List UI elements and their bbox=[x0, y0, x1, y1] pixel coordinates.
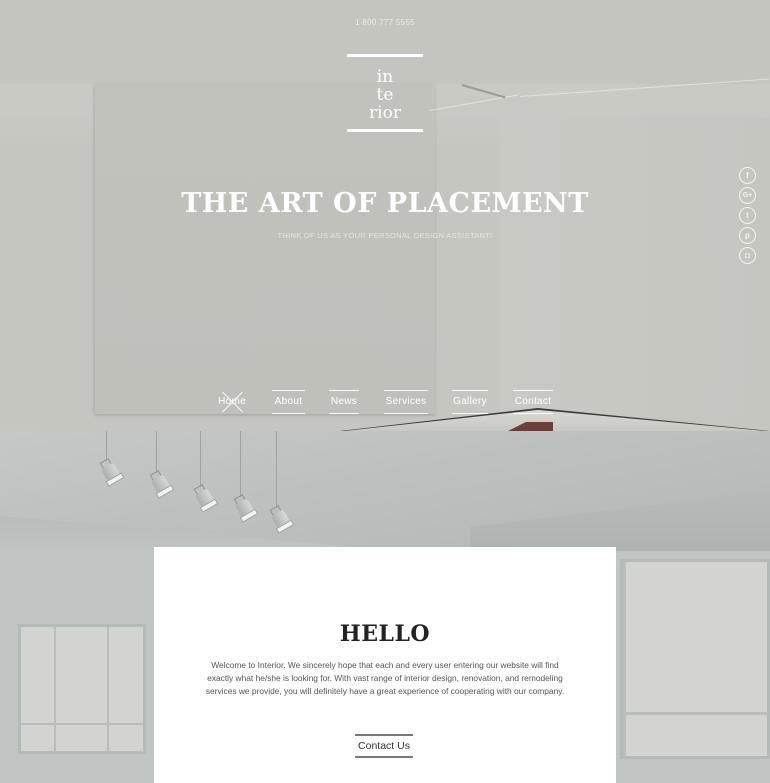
hero-title: THE ART OF PLACEMENT bbox=[181, 188, 589, 219]
main-nav: Home About News Services Gallery Contact bbox=[0, 390, 770, 414]
window-right bbox=[620, 559, 770, 759]
window-left bbox=[18, 624, 146, 754]
lamp-cable bbox=[156, 431, 157, 473]
lamp-cable bbox=[240, 431, 241, 497]
nav-label: News bbox=[330, 396, 358, 407]
nav-line-top bbox=[272, 390, 305, 391]
nav-line-bottom bbox=[384, 413, 428, 414]
hero-blank-canvas bbox=[95, 84, 435, 414]
logo-bar-bottom bbox=[347, 129, 423, 132]
nav-line-bottom bbox=[452, 413, 488, 414]
nav-item-contact[interactable]: Contact bbox=[513, 390, 553, 414]
pinterest-icon[interactable]: p bbox=[739, 227, 756, 244]
nav-label: Gallery bbox=[453, 396, 487, 407]
instagram-icon[interactable]: ◘ bbox=[739, 247, 756, 264]
nav-item-about[interactable]: About bbox=[272, 390, 305, 414]
nav-item-gallery[interactable]: Gallery bbox=[452, 390, 488, 414]
nav-item-home[interactable]: Home bbox=[218, 390, 246, 414]
nav-line-top bbox=[329, 390, 359, 391]
logo-wordmark: in te rior bbox=[347, 68, 423, 122]
cta-line-top bbox=[355, 734, 413, 736]
nav-line-top bbox=[384, 390, 428, 391]
nav-label: About bbox=[274, 396, 303, 407]
logo-line: rior bbox=[369, 103, 401, 123]
logo-line: in bbox=[376, 67, 394, 87]
twitter-icon[interactable]: t bbox=[739, 207, 756, 224]
hello-card: HELLO Welcome to Interior. We sincerely … bbox=[154, 547, 616, 783]
hero-right-wall bbox=[500, 118, 770, 418]
nav-line-top bbox=[452, 390, 488, 391]
nav-item-news[interactable]: News bbox=[329, 390, 359, 414]
lamp-cable bbox=[106, 431, 107, 461]
nav-line-bottom bbox=[272, 413, 305, 414]
logo-line: te bbox=[376, 85, 394, 105]
contact-us-button[interactable]: Contact Us bbox=[355, 734, 413, 758]
active-cross-icon bbox=[220, 390, 244, 414]
logo[interactable]: in te rior bbox=[347, 54, 423, 132]
nav-line-top bbox=[513, 390, 553, 391]
facebook-icon[interactable]: f bbox=[739, 167, 756, 184]
nav-label: Contact bbox=[514, 396, 552, 407]
hero-section: 1 800 777 5555 in te rior THE ART OF PLA… bbox=[0, 0, 770, 431]
nav-item-services[interactable]: Services bbox=[384, 390, 428, 414]
hello-title: HELLO bbox=[339, 621, 431, 647]
cta-line-bottom bbox=[355, 756, 413, 758]
social-links: f G+ t p ◘ bbox=[739, 167, 756, 264]
nav-label: Services bbox=[385, 396, 427, 407]
phone-number[interactable]: 1 800 777 5555 bbox=[0, 18, 770, 27]
lamp-cable bbox=[276, 431, 277, 508]
hero-subtitle: THINK OF US AS YOUR PERSONAL DESIGN ASSI… bbox=[277, 231, 493, 240]
nav-line-bottom bbox=[513, 413, 553, 414]
nav-line-bottom bbox=[329, 413, 359, 414]
cta-label: Contact Us bbox=[358, 740, 410, 752]
google-plus-icon[interactable]: G+ bbox=[739, 187, 756, 204]
lamp-cable bbox=[200, 431, 201, 487]
logo-bar-top bbox=[347, 54, 423, 57]
hello-body-text: Welcome to Interior. We sincerely hope t… bbox=[205, 660, 565, 696]
